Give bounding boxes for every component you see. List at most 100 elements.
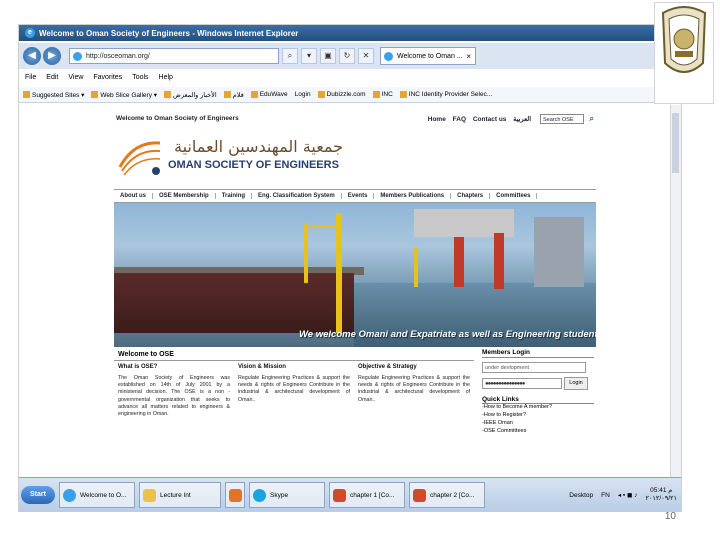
taskbar-media-player[interactable] (225, 482, 245, 508)
menu-bar: File Edit View Favorites Tools Help (19, 71, 681, 83)
vertical-scrollbar[interactable] (670, 105, 681, 477)
taskbar-ie-window[interactable]: Welcome to O... (59, 482, 135, 508)
column-heading: Objective & Strategy (358, 364, 417, 370)
fav-arabic-2[interactable]: فلام (223, 91, 244, 99)
column-body: Regulate Engineering Practices & support… (358, 375, 470, 403)
link-home[interactable]: Home (428, 116, 446, 123)
hero-crane-tower-2 (304, 223, 308, 283)
scrollbar-thumb[interactable] (672, 113, 679, 173)
forward-button[interactable]: ▶ (43, 47, 61, 65)
fav-inc-idp[interactable]: INC Identity Provider Selec... (399, 91, 492, 98)
link-arabic[interactable]: العربية (513, 116, 531, 123)
slide-number: 10 (664, 511, 676, 522)
fav-dubizzle[interactable]: Dubizzle.com (317, 91, 366, 98)
nav-ose-membership[interactable]: OSE Membership (153, 193, 216, 199)
stop-icon[interactable]: ✕ (358, 48, 374, 64)
quick-link-ieee[interactable]: -IEEE Oman (482, 420, 594, 428)
site-welcome-text: Welcome to Oman Society of Engineers (116, 115, 239, 122)
site-favicon (73, 52, 82, 61)
compat-icon[interactable]: ▣ (320, 48, 336, 64)
page-icon (372, 91, 380, 98)
site-search-input[interactable]: Search OSE (540, 114, 584, 124)
fav-eduwave[interactable]: EduWave (250, 91, 288, 98)
hero-banner: We welcome Omani and Expatriate as well … (114, 203, 596, 347)
top-links: Home FAQ Contact us العربية (428, 115, 536, 123)
back-button[interactable]: ◀ (23, 47, 41, 65)
fav-label: Dubizzle.com (326, 91, 366, 98)
hero-ship-hull (114, 273, 354, 333)
fav-suggested-sites[interactable]: Suggested Sites ▾ (23, 91, 84, 99)
fav-inc[interactable]: INC (372, 91, 393, 98)
column-heading: Vision & Mission (238, 364, 286, 370)
link-faq[interactable]: FAQ (453, 116, 466, 123)
nav-chapters[interactable]: Chapters (451, 193, 491, 199)
dropdown-icon[interactable]: ▾ (301, 48, 317, 64)
search-icon[interactable]: ⌕ (282, 48, 298, 64)
hero-rig-structure (534, 217, 584, 287)
fav-label: INC (381, 91, 393, 98)
taskbar-chapter-2[interactable]: chapter 2 [Co... (409, 482, 485, 508)
column-body: Regulate Engineering Practices & support… (238, 375, 350, 403)
menu-file[interactable]: File (25, 74, 36, 81)
refresh-icon[interactable]: ↻ (339, 48, 355, 64)
nav-members-publications[interactable]: Members Publications (374, 193, 452, 199)
address-row: ◀ ▶ http://osceoman.org/ ⌕ ▾ ▣ ↻ ✕ Welco… (19, 43, 681, 69)
tray-icons[interactable]: ◂ ▪ ◼ ♪ (618, 491, 638, 499)
password-row: ●●●●●●●●●●●●●●● Login (482, 377, 594, 390)
menu-help[interactable]: Help (159, 74, 173, 81)
quick-link-committees[interactable]: -OSE Committees (482, 428, 594, 436)
taskbar-skype[interactable]: Skype (249, 482, 325, 508)
skype-icon (253, 489, 266, 502)
page-icon (250, 91, 258, 98)
hero-rig-tower (414, 247, 418, 287)
tab-favicon (384, 52, 393, 61)
quick-link-member[interactable]: -How to Become A member? (482, 404, 594, 412)
browser-title: Welcome to Oman Society of Engineers - W… (39, 28, 299, 38)
fav-arabic-1[interactable]: الأخبار والمعرض (164, 91, 217, 99)
browser-titlebar: e Welcome to Oman Society of Engineers -… (19, 25, 681, 41)
taskbar-label: Skype (270, 492, 289, 499)
nav-eng-classification[interactable]: Eng. Classification System (252, 193, 342, 199)
tab-title: Welcome to Oman ... (397, 53, 463, 60)
search-icon[interactable]: ⌕ (590, 114, 594, 124)
menu-view[interactable]: View (68, 74, 83, 81)
fav-label: EduWave (259, 91, 288, 98)
login-button[interactable]: Login (564, 377, 588, 390)
column-vision-mission: Vision & Mission Regulate Engineering Pr… (238, 363, 350, 473)
menu-edit[interactable]: Edit (46, 74, 58, 81)
taskbar-label: chapter 1 [Co... (350, 492, 395, 499)
taskbar-chapter-1[interactable]: chapter 1 [Co... (329, 482, 405, 508)
start-button[interactable]: Start (21, 486, 55, 504)
hero-caption: We welcome Omani and Expatriate as well … (299, 329, 596, 340)
link-contact[interactable]: Contact us (473, 116, 507, 123)
hero-rig-leg (454, 237, 464, 287)
taskbar-label: Welcome to O... (80, 492, 127, 499)
nav-about-us[interactable]: About us (114, 193, 153, 199)
menu-tools[interactable]: Tools (132, 74, 148, 81)
nav-training[interactable]: Training (216, 193, 253, 199)
language-indicator[interactable]: FN (601, 492, 610, 499)
tab-close-icon[interactable]: × (466, 48, 471, 66)
password-input[interactable]: ●●●●●●●●●●●●●●● (482, 378, 562, 389)
browser-tab[interactable]: Welcome to Oman ... × (380, 47, 476, 65)
desktop-toolbar[interactable]: Desktop (569, 492, 593, 499)
web-slice-icon (91, 91, 99, 98)
fav-web-slice[interactable]: Web Slice Gallery ▾ (91, 91, 157, 99)
clock[interactable]: 05:41 م ٢٠١٢/٠٩/٢١ (645, 487, 677, 503)
ose-logo-swoosh-icon (118, 141, 161, 176)
nav-events[interactable]: Events (342, 193, 375, 199)
fav-label: Suggested Sites ▾ (32, 91, 85, 99)
ie-icon: e (25, 28, 35, 38)
username-input[interactable]: under devlopment (482, 362, 586, 373)
column-heading: What is OSE? (118, 364, 158, 370)
welcome-heading: Welcome to OSE (114, 349, 474, 361)
nav-committees[interactable]: Committees (490, 193, 538, 199)
taskbar-folder[interactable]: Lecture Int (139, 482, 221, 508)
site-nav: About us OSE Membership Training Eng. Cl… (114, 189, 596, 203)
fav-login[interactable]: Login (295, 91, 311, 98)
menu-favorites[interactable]: Favorites (93, 74, 122, 81)
address-bar[interactable]: http://osceoman.org/ (69, 48, 279, 64)
fav-label: Login (294, 91, 311, 98)
quick-link-register[interactable]: -How to Register? (482, 412, 594, 420)
address-url: http://osceoman.org/ (86, 53, 150, 60)
